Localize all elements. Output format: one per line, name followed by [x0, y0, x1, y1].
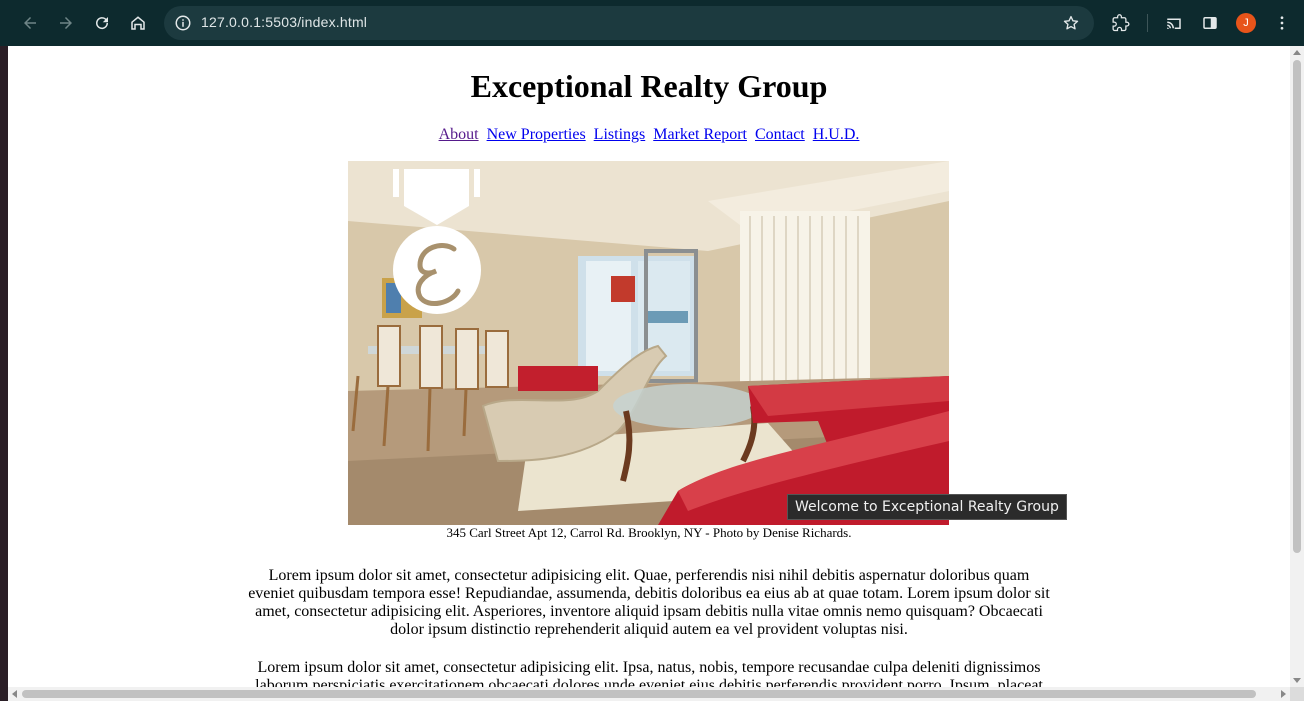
home-button[interactable]: [124, 9, 152, 37]
horizontal-scrollbar[interactable]: [8, 687, 1290, 701]
puzzle-icon: [1112, 14, 1130, 32]
hero-photo: [348, 161, 949, 525]
page-viewport[interactable]: Exceptional Realty Group About New Prope…: [8, 46, 1290, 687]
nav-link-listings[interactable]: Listings: [594, 126, 646, 143]
cast-button[interactable]: [1160, 9, 1188, 37]
horizontal-scroll-thumb[interactable]: [22, 690, 1256, 698]
medal-logo-icon: [393, 169, 481, 314]
arrow-right-icon: [60, 17, 72, 29]
cast-icon: [1167, 18, 1181, 29]
nav-link-new-properties[interactable]: New Properties: [487, 126, 586, 143]
scroll-right-arrow-icon[interactable]: [1281, 690, 1286, 698]
reload-button[interactable]: [88, 9, 116, 37]
body-paragraph-1: Lorem ipsum dolor sit amet, consectetur …: [248, 567, 1050, 638]
side-panel-button[interactable]: [1196, 9, 1224, 37]
profile-avatar[interactable]: J: [1236, 13, 1256, 33]
title-tooltip: Welcome to Exceptional Realty Group: [787, 494, 1067, 520]
scroll-down-arrow-icon[interactable]: [1293, 678, 1301, 683]
main-nav: About New Properties Listings Market Rep…: [8, 126, 1290, 144]
living-room-image: [348, 161, 949, 525]
extensions-button[interactable]: [1107, 9, 1135, 37]
menu-button[interactable]: [1268, 9, 1296, 37]
side-panel-icon: [1203, 17, 1217, 29]
address-bar[interactable]: 127.0.0.1:5503/index.html: [164, 6, 1094, 40]
star-icon[interactable]: [1062, 14, 1080, 32]
nav-link-contact[interactable]: Contact: [755, 126, 805, 143]
vertical-scroll-thumb[interactable]: [1293, 60, 1301, 553]
arrow-left-icon: [24, 17, 36, 29]
kebab-menu-icon: [1280, 16, 1284, 30]
desktop-edge: [0, 0, 8, 701]
back-button[interactable]: [16, 9, 44, 37]
home-icon: [131, 16, 145, 30]
page-title: Exceptional Realty Group: [470, 68, 828, 104]
browser-toolbar: 127.0.0.1:5503/index.html J: [0, 0, 1304, 46]
body-paragraph-2: Lorem ipsum dolor sit amet, consectetur …: [255, 659, 1043, 687]
scroll-left-arrow-icon[interactable]: [12, 690, 17, 698]
forward-button[interactable]: [52, 9, 80, 37]
info-icon[interactable]: [174, 14, 192, 32]
toolbar-separator: [1147, 14, 1148, 32]
photo-caption: 345 Carl Street Apt 12, Carrol Rd. Brook…: [446, 525, 852, 540]
nav-link-about[interactable]: About: [439, 126, 479, 143]
nav-link-market-report[interactable]: Market Report: [653, 126, 747, 143]
url-text[interactable]: 127.0.0.1:5503/index.html: [201, 14, 367, 30]
scroll-corner: [1290, 687, 1304, 701]
vertical-scrollbar[interactable]: [1290, 46, 1304, 687]
reload-icon: [96, 17, 109, 30]
nav-link-hud[interactable]: H.U.D.: [813, 126, 860, 143]
scroll-up-arrow-icon[interactable]: [1293, 50, 1301, 55]
